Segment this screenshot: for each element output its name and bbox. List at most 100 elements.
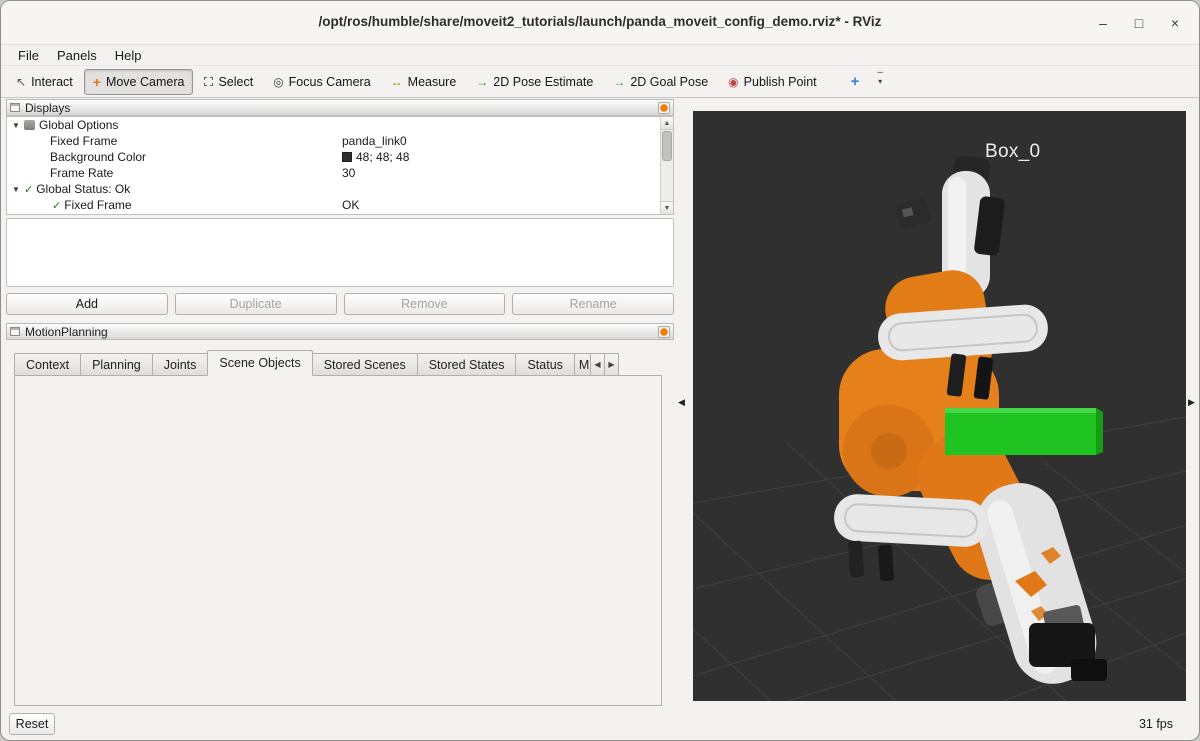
scene-canvas — [693, 111, 1186, 701]
displays-buttons: Add Duplicate Remove Rename — [6, 293, 674, 315]
tab-scroll-left-icon[interactable]: ◀ — [590, 353, 605, 376]
tree-row-background-color[interactable]: Background Color 48; 48; 48 — [7, 149, 673, 165]
move-camera-icon: + — [93, 75, 101, 89]
move-camera-label: Move Camera — [106, 75, 185, 89]
select-icon — [204, 77, 213, 86]
scrollbar-thumb[interactable] — [662, 131, 672, 161]
tree-row-global-status[interactable]: ▼ ✓ Global Status: Ok — [7, 181, 673, 197]
minimize-icon[interactable]: – — [1095, 15, 1111, 31]
scroll-up-icon[interactable]: ▲ — [661, 117, 673, 130]
tool-bar: ↖ Interact + Move Camera Select ◎ Focus … — [1, 65, 1199, 98]
goal-pose-label: 2D Goal Pose — [630, 75, 708, 89]
tree-label: Fixed Frame — [50, 134, 117, 148]
displays-tree[interactable]: ▼ Global Options Fixed Frame panda_link0… — [6, 116, 674, 215]
tab-status[interactable]: Status — [515, 353, 574, 376]
check-icon: ✓ — [24, 183, 33, 196]
object-3d-label: Box_0 — [985, 141, 1040, 163]
pose-estimate-label: 2D Pose Estimate — [493, 75, 593, 89]
reset-button[interactable]: Reset — [9, 713, 55, 735]
panel-options-icon[interactable] — [658, 102, 670, 114]
rename-button[interactable]: Rename — [512, 293, 674, 315]
tree-value[interactable]: panda_link0 — [342, 134, 407, 148]
duplicate-button[interactable]: Duplicate — [175, 293, 337, 315]
collision-box[interactable] — [945, 408, 1103, 455]
focus-camera-icon: ◎ — [273, 76, 283, 88]
displays-header-label: Displays — [25, 101, 70, 115]
interact-label: Interact — [31, 75, 73, 89]
motion-planning-header-label: MotionPlanning — [25, 325, 108, 339]
expander-icon[interactable]: ▼ — [11, 185, 21, 194]
title-bar[interactable]: /opt/ros/humble/share/moveit2_tutorials/… — [1, 1, 1199, 45]
tree-label: Global Status: Ok — [36, 182, 130, 196]
move-camera-tool-button[interactable]: + Move Camera — [84, 69, 194, 95]
remove-button[interactable]: Remove — [344, 293, 506, 315]
menu-panels[interactable]: Panels — [48, 48, 106, 63]
tree-value: OK — [342, 198, 359, 212]
tool-options-caret-icon: ▾ — [878, 80, 882, 84]
tree-label: Fixed Frame — [64, 198, 131, 212]
tree-row-fixed-frame-status[interactable]: ✓ Fixed Frame OK — [7, 197, 673, 213]
tab-stored-states[interactable]: Stored States — [417, 353, 517, 376]
tree-row-frame-rate[interactable]: Frame Rate 30 — [7, 165, 673, 181]
tab-context[interactable]: Context — [14, 353, 81, 376]
panel-icon — [10, 327, 20, 336]
menu-help[interactable]: Help — [106, 48, 151, 63]
goal-pose-tool-button[interactable]: → 2D Goal Pose — [604, 69, 717, 95]
window-title: /opt/ros/humble/share/moveit2_tutorials/… — [101, 14, 1099, 29]
splitter-right-icon[interactable]: ▶ — [1188, 397, 1195, 408]
add-tool-plus-icon: + — [851, 74, 860, 89]
pose-estimate-tool-button[interactable]: → 2D Pose Estimate — [467, 69, 602, 95]
motion-planning-tabs: Context Planning Joints Scene Objects St… — [14, 350, 618, 376]
measure-tool-button[interactable]: ↔ Measure — [382, 69, 466, 95]
tree-value[interactable]: 48; 48; 48 — [356, 150, 409, 164]
check-icon: ✓ — [52, 199, 61, 212]
window-controls: – □ × — [1095, 1, 1183, 45]
add-tool-button[interactable]: + — [842, 69, 869, 95]
select-label: Select — [218, 75, 253, 89]
tree-label: Global Options — [39, 118, 118, 132]
tab-scene-objects[interactable]: Scene Objects — [207, 350, 312, 376]
measure-icon: ↔ — [391, 76, 403, 88]
goal-pose-arrow-icon: → — [613, 76, 625, 88]
tab-scroll-right-icon[interactable]: ▶ — [604, 353, 619, 376]
render-viewport[interactable]: Box_0 — [693, 111, 1186, 701]
color-swatch — [342, 152, 352, 162]
tree-row-global-options[interactable]: ▼ Global Options — [7, 117, 673, 133]
close-icon[interactable]: × — [1167, 15, 1183, 31]
add-button[interactable]: Add — [6, 293, 168, 315]
displays-empty-area — [6, 218, 674, 287]
interact-icon: ↖ — [16, 76, 26, 88]
tab-joints[interactable]: Joints — [152, 353, 209, 376]
global-options-icon — [24, 120, 35, 130]
focus-camera-tool-button[interactable]: ◎ Focus Camera — [264, 69, 379, 95]
publish-point-icon: ◉ — [728, 76, 738, 88]
focus-camera-label: Focus Camera — [289, 75, 371, 89]
expander-icon[interactable]: ▼ — [11, 121, 21, 130]
tab-truncated[interactable]: M — [574, 353, 591, 376]
tree-label: Background Color — [50, 150, 146, 164]
displays-panel-header[interactable]: Displays — [6, 99, 674, 116]
tab-stored-scenes[interactable]: Stored Scenes — [312, 353, 418, 376]
maximize-icon[interactable]: □ — [1131, 15, 1147, 31]
splitter-left-icon[interactable]: ◀ — [678, 397, 685, 408]
tree-row-fixed-frame[interactable]: Fixed Frame panda_link0 — [7, 133, 673, 149]
panel-icon — [10, 103, 20, 112]
tree-scrollbar[interactable]: ▲ ▼ — [660, 117, 673, 214]
rviz-window: /opt/ros/humble/share/moveit2_tutorials/… — [0, 0, 1200, 741]
pose-estimate-arrow-icon: → — [476, 76, 488, 88]
menu-bar: File Panels Help — [1, 45, 1199, 65]
tree-value[interactable]: 30 — [342, 166, 355, 180]
scroll-down-icon[interactable]: ▼ — [661, 201, 673, 214]
measure-label: Measure — [408, 75, 457, 89]
tab-planning[interactable]: Planning — [80, 353, 153, 376]
fps-counter: 31 fps — [1139, 717, 1173, 731]
select-tool-button[interactable]: Select — [195, 69, 262, 95]
interact-tool-button[interactable]: ↖ Interact — [7, 69, 82, 95]
publish-point-label: Publish Point — [744, 75, 817, 89]
publish-point-tool-button[interactable]: ◉ Publish Point — [719, 69, 825, 95]
menu-file[interactable]: File — [9, 48, 48, 63]
panel-options-icon[interactable] — [658, 326, 670, 338]
scene-objects-tab-content — [14, 375, 662, 706]
tool-options-button[interactable]: – ▾ — [870, 69, 890, 95]
motion-planning-panel-header[interactable]: MotionPlanning — [6, 323, 674, 340]
